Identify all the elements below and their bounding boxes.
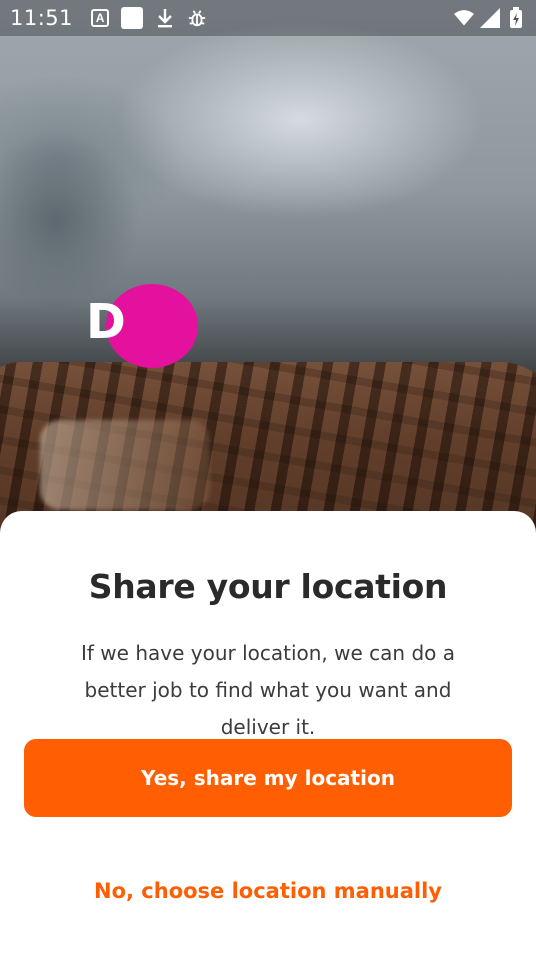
- sheet-description: If we have your location, we can do a be…: [81, 641, 455, 739]
- choose-location-manually-button[interactable]: No, choose location manually: [24, 861, 512, 921]
- bug-icon: [187, 8, 207, 28]
- white-square-icon: [121, 7, 144, 29]
- wifi-icon: [454, 8, 474, 28]
- text-a-icon: A: [91, 9, 110, 27]
- logo-letter: D: [86, 294, 126, 350]
- location-permission-sheet: Share your location If we have your loca…: [0, 511, 536, 954]
- brand-logo: D: [86, 284, 206, 368]
- status-bar: 11:51 A: [0, 0, 536, 36]
- status-time: 11:51: [10, 6, 74, 30]
- status-left-icons: A: [91, 7, 207, 29]
- hand-blur: [0, 130, 140, 310]
- cell-signal-icon: [480, 8, 500, 28]
- sheet-title: Share your location: [88, 567, 448, 606]
- hero-background-image: [0, 0, 536, 540]
- status-right-icons: [454, 7, 526, 28]
- bone-highlight: [40, 420, 210, 510]
- battery-charging-icon: [506, 7, 526, 28]
- share-location-button[interactable]: Yes, share my location: [24, 739, 512, 817]
- download-icon: [155, 8, 175, 28]
